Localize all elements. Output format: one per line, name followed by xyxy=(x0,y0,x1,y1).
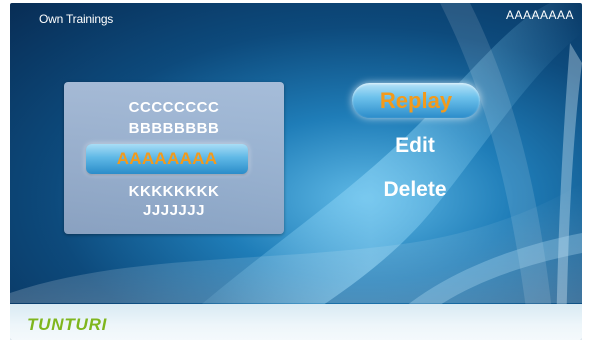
delete-button[interactable]: Delete xyxy=(365,178,465,202)
footer-bar: TUNTURI xyxy=(10,304,582,340)
list-item-selected[interactable]: AAAAAAAA xyxy=(86,144,248,174)
training-screen: Own Trainings AAAAAAAA CCCCCCCC BBBBBBBB… xyxy=(10,3,582,340)
replay-button[interactable]: Replay xyxy=(352,83,480,118)
list-item[interactable]: KKKKKKKK xyxy=(64,183,284,201)
list-item[interactable]: CCCCCCCC xyxy=(64,99,284,117)
user-name: AAAAAAAA xyxy=(505,8,574,22)
edit-button[interactable]: Edit xyxy=(380,134,450,158)
tunturi-logo: TUNTURI xyxy=(27,315,108,334)
list-item[interactable]: JJJJJJJ xyxy=(64,202,284,220)
page-title: Own Trainings xyxy=(39,12,114,26)
training-list: CCCCCCCC BBBBBBBB AAAAAAAA KKKKKKKK JJJJ… xyxy=(64,82,284,234)
list-item[interactable]: BBBBBBBB xyxy=(64,120,284,138)
